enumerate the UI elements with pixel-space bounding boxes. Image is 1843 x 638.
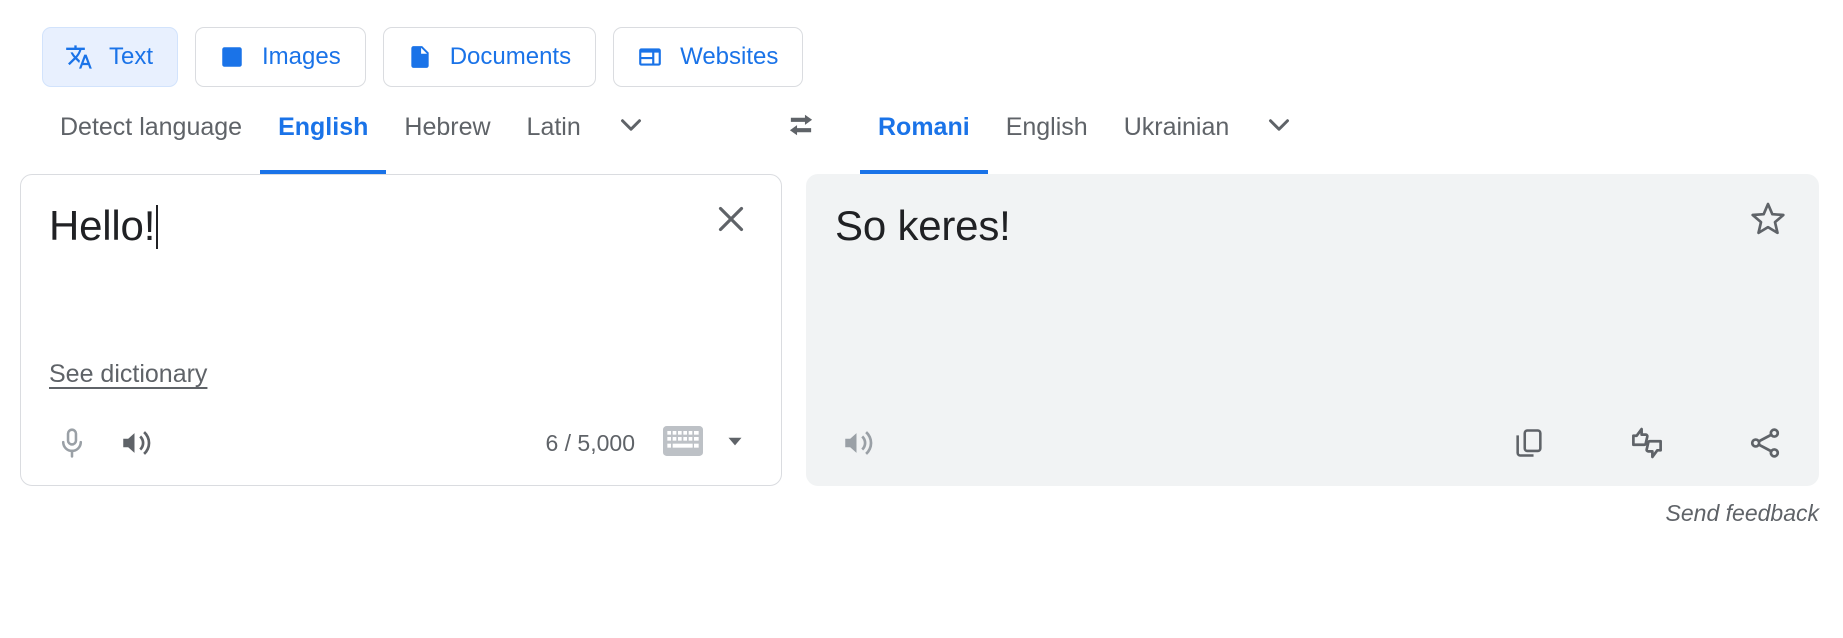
target-panel: So keres! xyxy=(806,174,1819,486)
text-cursor xyxy=(156,205,159,249)
share-translation-button[interactable] xyxy=(1738,416,1792,470)
source-panel: Hello! See dictionary 6 / 5,000 xyxy=(20,174,782,486)
source-text: Hello! xyxy=(49,201,753,251)
target-lang-ukrainian[interactable]: Ukrainian xyxy=(1106,96,1248,158)
source-lang-hebrew[interactable]: Hebrew xyxy=(386,96,508,158)
chevron-down-icon xyxy=(614,108,648,147)
target-lang-romani[interactable]: Romani xyxy=(860,96,988,174)
mode-tab-bar: Text Images Documents Websites xyxy=(0,0,1843,96)
swap-languages-button[interactable] xyxy=(764,96,838,158)
tab-documents[interactable]: Documents xyxy=(382,27,597,87)
see-dictionary-link[interactable]: See dictionary xyxy=(49,360,207,389)
source-lang-latin[interactable]: Latin xyxy=(509,96,599,158)
copy-translation-button[interactable] xyxy=(1502,416,1556,470)
thumbs-rate-icon xyxy=(1628,424,1666,462)
keyboard-button[interactable] xyxy=(661,425,705,461)
swap-horizontal-icon xyxy=(782,106,820,149)
source-lang-detect-language[interactable]: Detect language xyxy=(42,96,260,158)
translate-icon xyxy=(65,43,93,71)
source-lang-english[interactable]: English xyxy=(260,96,387,174)
keyboard-options-button[interactable] xyxy=(715,426,755,460)
character-counter: 6 / 5,000 xyxy=(545,429,635,456)
target-lang-english[interactable]: English xyxy=(988,96,1106,158)
speaker-icon xyxy=(840,425,876,461)
source-language-more-button[interactable] xyxy=(599,96,663,158)
tab-websites-label: Websites xyxy=(680,43,779,70)
listen-source-button[interactable] xyxy=(109,416,163,470)
star-outline-icon xyxy=(1748,199,1788,244)
tab-images[interactable]: Images xyxy=(195,27,366,87)
keyboard-icon xyxy=(663,425,703,461)
target-language-selector: Romani English Ukrainian xyxy=(860,96,1311,174)
tab-websites[interactable]: Websites xyxy=(613,27,804,87)
copy-icon xyxy=(1512,426,1546,460)
source-text-area[interactable]: Hello! See dictionary xyxy=(21,175,781,401)
translated-text: So keres! xyxy=(835,202,1011,249)
rate-translation-button[interactable] xyxy=(1620,416,1674,470)
listen-translation-button[interactable] xyxy=(831,416,885,470)
feedback-row: Send feedback xyxy=(0,486,1843,527)
document-icon xyxy=(406,43,434,71)
tab-documents-label: Documents xyxy=(449,43,572,70)
tab-images-label: Images xyxy=(262,43,341,70)
language-bar: Detect language English Hebrew Latin Rom… xyxy=(0,96,1843,174)
microphone-icon xyxy=(55,426,89,460)
speaker-icon xyxy=(118,425,154,461)
send-feedback-link[interactable]: Send feedback xyxy=(1666,500,1819,527)
target-text-area: So keres! xyxy=(807,175,1818,401)
close-icon xyxy=(713,201,749,242)
chevron-down-icon xyxy=(1262,108,1296,147)
microphone-button[interactable] xyxy=(45,416,99,470)
share-icon xyxy=(1747,425,1783,461)
website-icon xyxy=(636,43,664,71)
tab-text-label: Text xyxy=(109,43,154,70)
target-panel-footer xyxy=(807,401,1818,485)
tab-text[interactable]: Text xyxy=(42,27,179,87)
save-translation-button[interactable] xyxy=(1744,197,1792,245)
source-text-value: Hello! xyxy=(49,202,156,249)
target-language-more-button[interactable] xyxy=(1247,96,1311,158)
source-panel-footer: 6 / 5,000 xyxy=(21,401,781,485)
clear-source-button[interactable] xyxy=(707,197,755,245)
image-icon xyxy=(218,43,246,71)
swap-languages-container xyxy=(742,96,860,158)
caret-down-icon xyxy=(722,428,748,459)
source-language-selector: Detect language English Hebrew Latin xyxy=(42,96,742,174)
translation-panels: Hello! See dictionary 6 / 5,000 So keres… xyxy=(0,174,1843,486)
